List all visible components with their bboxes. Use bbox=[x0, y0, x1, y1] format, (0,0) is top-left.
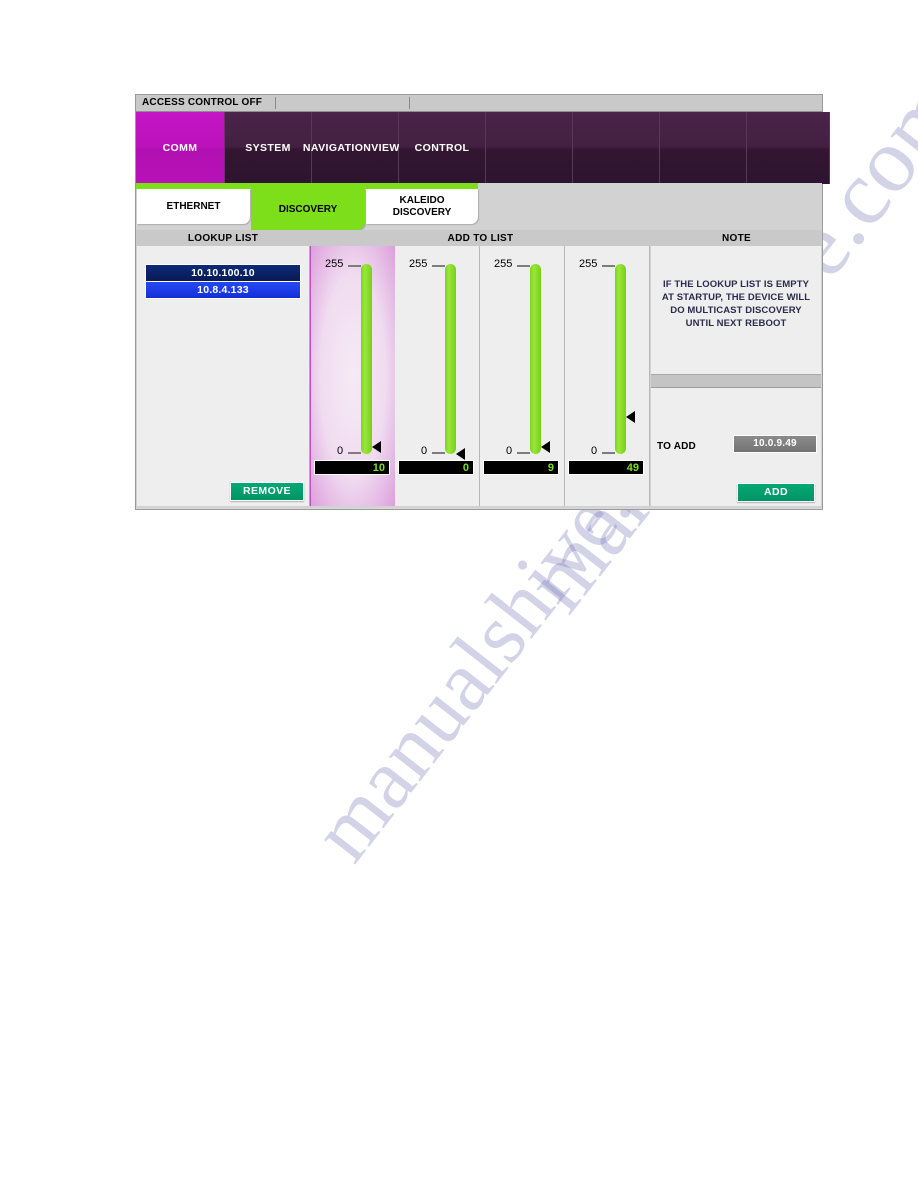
lookup-address-list[interactable]: 10.10.100.10 10.8.4.133 bbox=[145, 264, 301, 299]
sub-tab-ethernet[interactable]: ETHERNET bbox=[137, 189, 250, 224]
to-add-value: 10.0.9.49 bbox=[733, 435, 817, 453]
status-bar: ACCESS CONTROL OFF bbox=[136, 95, 822, 112]
status-divider-2 bbox=[409, 97, 410, 109]
slider-value-readout: 0 bbox=[398, 460, 474, 475]
sub-tab-label: DISCOVERY bbox=[392, 206, 452, 218]
panel-header-row: LOOKUP LIST ADD TO LIST NOTE bbox=[136, 230, 823, 247]
slider-tick bbox=[602, 265, 615, 267]
main-tab-label: CONTROL bbox=[414, 142, 470, 154]
slider-thumb[interactable] bbox=[541, 441, 550, 454]
device-config-panel: ACCESS CONTROL OFF COMM SYSTEM NAVIGATION V… bbox=[136, 95, 830, 509]
slider-thumb[interactable] bbox=[626, 411, 635, 424]
panel-header-lookup-list: LOOKUP LIST bbox=[136, 230, 311, 247]
slider-value-readout: 10 bbox=[314, 460, 390, 475]
slider-track[interactable] bbox=[530, 264, 541, 454]
sub-tab-label: DISCOVERY bbox=[278, 203, 338, 215]
octet-slider-3[interactable]: 255 0 9 bbox=[480, 246, 565, 506]
panel-body: 10.10.100.10 10.8.4.133 REMOVE 255 0 10 255 0… bbox=[136, 246, 822, 508]
panel-header-add-to-list: ADD TO LIST bbox=[310, 230, 652, 247]
slider-tick bbox=[602, 452, 615, 454]
sub-tab-bar: ETHERNET DISCOVERY KALEIDO DISCOVERY bbox=[136, 189, 822, 230]
sub-tab-kaleido-discovery[interactable]: KALEIDO DISCOVERY bbox=[366, 189, 478, 224]
lookup-list-item[interactable]: 10.8.4.133 bbox=[145, 281, 301, 299]
slider-thumb[interactable] bbox=[456, 448, 465, 460]
slider-value-readout: 9 bbox=[483, 460, 559, 475]
slider-tick bbox=[432, 452, 445, 454]
note-separator bbox=[651, 375, 821, 388]
slider-track[interactable] bbox=[615, 264, 626, 454]
octet-slider-group: 255 0 10 255 0 0 255 0 9 255 0 49 bbox=[310, 246, 650, 506]
main-tab-label: NAVIGATION bbox=[302, 142, 372, 154]
slider-thumb[interactable] bbox=[372, 440, 381, 453]
main-tab-empty-4[interactable] bbox=[486, 112, 573, 184]
slider-min-label: 0 bbox=[591, 445, 598, 457]
remove-button[interactable]: REMOVE bbox=[230, 482, 304, 501]
main-tab-system[interactable]: SYSTEM bbox=[225, 112, 312, 184]
main-tab-label: COMM bbox=[162, 142, 198, 154]
main-tab-empty-7[interactable] bbox=[747, 112, 830, 184]
slider-tick bbox=[348, 452, 361, 454]
note-message-box: IF THE LOOKUP LIST IS EMPTY AT STARTUP, … bbox=[651, 246, 821, 375]
to-add-section: TO ADD 10.0.9.49 ADD bbox=[651, 388, 821, 506]
main-tab-navigation-views[interactable]: NAVIGATION VIEWS bbox=[303, 112, 407, 184]
main-tab-label: SYSTEM bbox=[245, 142, 291, 154]
sub-tab-discovery[interactable]: DISCOVERY bbox=[251, 189, 365, 230]
octet-slider-1[interactable]: 255 0 10 bbox=[310, 246, 396, 506]
slider-max-label: 255 bbox=[325, 258, 344, 270]
main-tab-empty-6[interactable] bbox=[660, 112, 747, 184]
to-add-label: TO ADD bbox=[657, 441, 696, 452]
panel-header-note: NOTE bbox=[651, 230, 823, 247]
access-control-status: ACCESS CONTROL OFF bbox=[142, 97, 263, 108]
slider-max-label: 255 bbox=[579, 258, 598, 270]
slider-tick bbox=[432, 265, 445, 267]
lookup-list-panel: 10.10.100.10 10.8.4.133 REMOVE bbox=[137, 246, 310, 506]
note-panel: IF THE LOOKUP LIST IS EMPTY AT STARTUP, … bbox=[651, 246, 821, 506]
slider-track[interactable] bbox=[361, 264, 372, 454]
slider-max-label: 255 bbox=[409, 258, 428, 270]
main-tab-comm[interactable]: COMM bbox=[136, 112, 225, 184]
sub-tab-label: ETHERNET bbox=[166, 200, 221, 212]
slider-max-label: 255 bbox=[494, 258, 513, 270]
lookup-list-item[interactable]: 10.10.100.10 bbox=[145, 264, 301, 282]
octet-slider-4[interactable]: 255 0 49 bbox=[565, 246, 650, 506]
note-message: IF THE LOOKUP LIST IS EMPTY AT STARTUP, … bbox=[661, 279, 811, 329]
slider-min-label: 0 bbox=[506, 445, 513, 457]
status-divider-1 bbox=[275, 97, 276, 109]
slider-tick bbox=[348, 265, 361, 267]
add-button[interactable]: ADD bbox=[737, 483, 815, 502]
slider-value-readout: 49 bbox=[568, 460, 644, 475]
slider-tick bbox=[517, 265, 530, 267]
slider-min-label: 0 bbox=[421, 445, 428, 457]
main-tab-bar: COMM SYSTEM NAVIGATION VIEWS CONTROL bbox=[136, 112, 830, 184]
slider-track[interactable] bbox=[445, 264, 456, 454]
main-tab-empty-5[interactable] bbox=[573, 112, 660, 184]
octet-slider-2[interactable]: 255 0 0 bbox=[395, 246, 480, 506]
sub-tab-label: KALEIDO bbox=[399, 194, 445, 206]
slider-min-label: 0 bbox=[337, 445, 344, 457]
slider-tick bbox=[517, 452, 530, 454]
main-tab-control[interactable]: CONTROL bbox=[399, 112, 486, 184]
